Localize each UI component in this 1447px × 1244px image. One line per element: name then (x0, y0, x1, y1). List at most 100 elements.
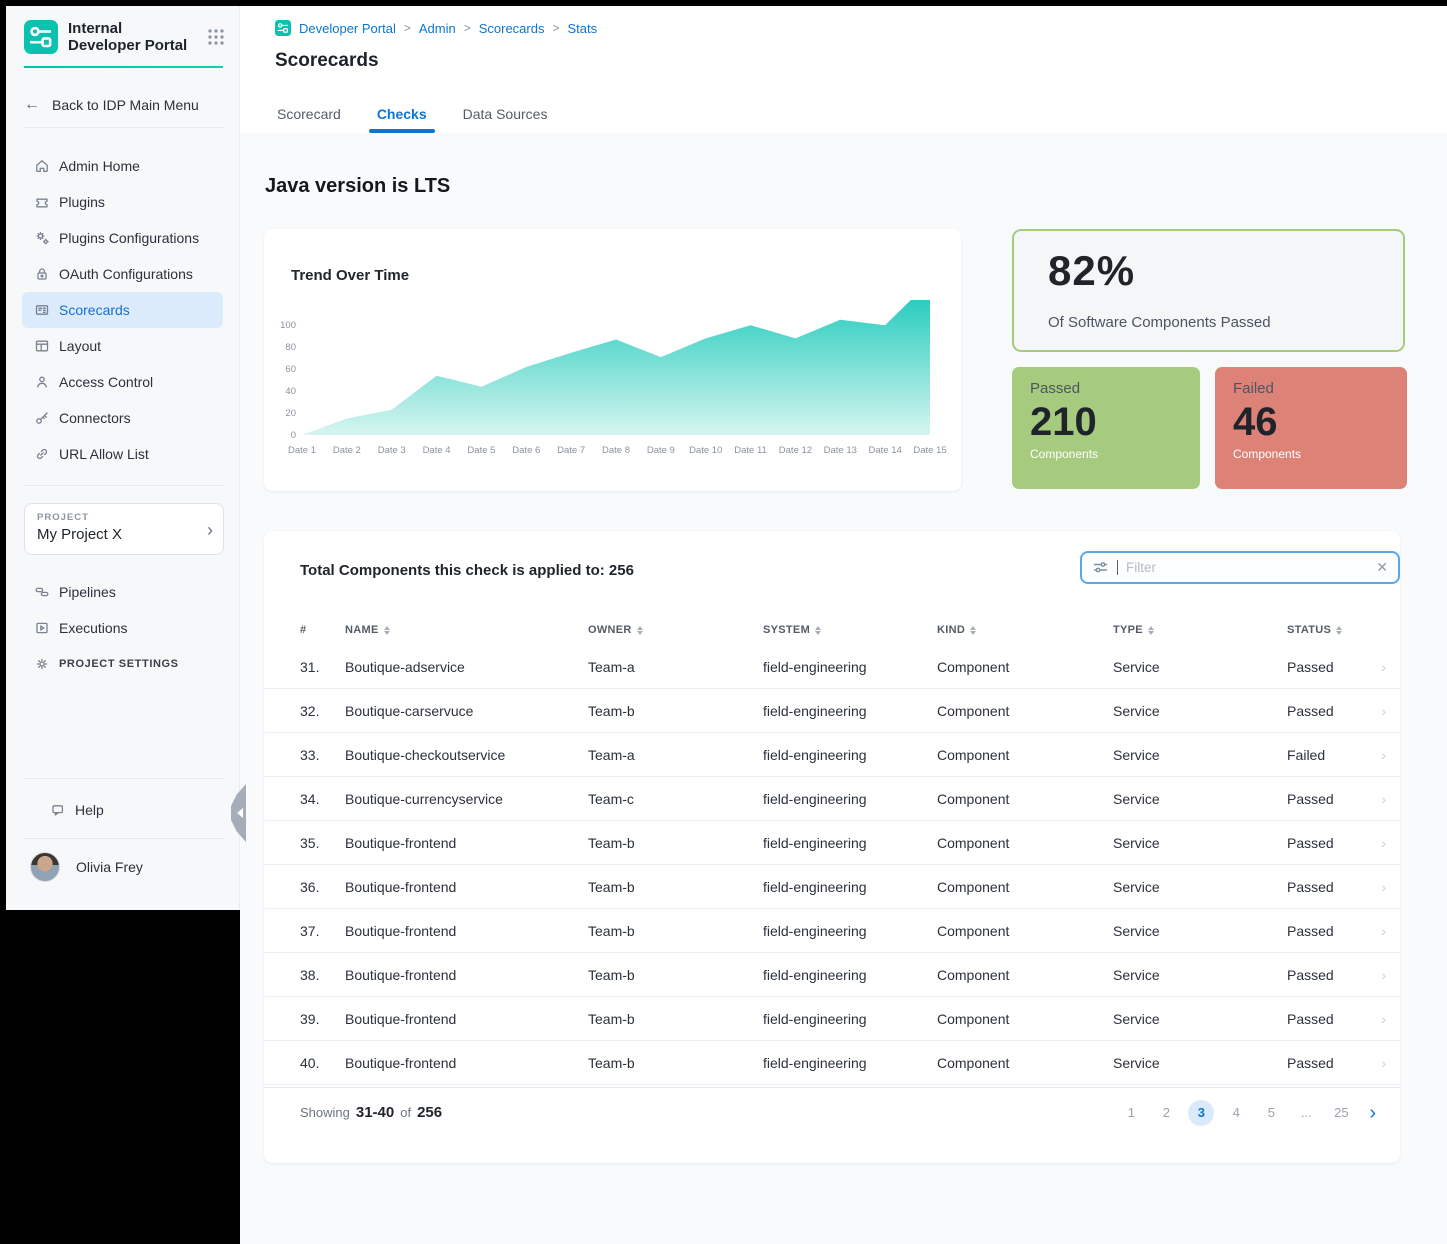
idp-logo-icon (24, 20, 58, 54)
row-system: field-engineering (763, 791, 937, 807)
page-5[interactable]: 5 (1258, 1100, 1284, 1126)
page-1[interactable]: 1 (1118, 1100, 1144, 1126)
sidebar-item-access-control[interactable]: Access Control (22, 364, 223, 400)
main-panel: Developer Portal > Admin > Scorecards > … (240, 6, 1447, 1244)
passed-unit: Components (1030, 447, 1182, 461)
column-header-type[interactable]: TYPE (1113, 624, 1287, 636)
breadcrumb-separator: > (404, 21, 411, 35)
filter-box: ✕ (1080, 551, 1400, 584)
row-kind: Component (937, 1011, 1113, 1027)
trend-area-chart (302, 300, 930, 435)
sidebar-item-scorecards[interactable]: Scorecards (22, 292, 223, 328)
row-system: field-engineering (763, 923, 937, 939)
table-row[interactable]: 40. Boutique-frontend Team-b field-engin… (264, 1041, 1400, 1085)
x-tick-label: Date 8 (602, 445, 630, 456)
sort-icon (384, 626, 390, 635)
sidebar-item-plugins-configurations[interactable]: Plugins Configurations (22, 220, 223, 256)
table-row[interactable]: 34. Boutique-currencyservice Team-c fiel… (264, 777, 1400, 821)
sidebar-item-layout[interactable]: Layout (22, 328, 223, 364)
row-type: Service (1113, 791, 1287, 807)
tab-checks[interactable]: Checks (377, 102, 427, 133)
row-index: 35. (300, 835, 345, 851)
row-type: Service (1113, 967, 1287, 983)
column-header-system[interactable]: SYSTEM (763, 624, 937, 636)
row-kind: Component (937, 1055, 1113, 1071)
user-menu[interactable]: Olivia Frey (30, 852, 143, 882)
table-header: #NAMEOWNERSYSTEMKINDTYPESTATUS (264, 617, 1400, 643)
table-row[interactable]: 36. Boutique-frontend Team-b field-engin… (264, 865, 1400, 909)
close-icon[interactable]: ✕ (1376, 559, 1388, 576)
row-type: Service (1113, 1011, 1287, 1027)
row-name: Boutique-frontend (345, 923, 588, 939)
back-to-main-menu[interactable]: ← Back to IDP Main Menu (24, 87, 239, 123)
sidebar-item-url-allow-list[interactable]: URL Allow List (22, 436, 223, 472)
row-kind: Component (937, 835, 1113, 851)
sidebar-item-help[interactable]: Help (38, 792, 207, 828)
column-header-kind[interactable]: KIND (937, 624, 1113, 636)
table-row[interactable]: 38. Boutique-frontend Team-b field-engin… (264, 953, 1400, 997)
filter-sliders-icon[interactable] (1092, 559, 1109, 576)
content-area: Java version is LTS Trend Over Time 0204… (240, 133, 1447, 1244)
sidebar-collapse-handle[interactable] (231, 784, 246, 842)
sidebar-item-oauth-configurations[interactable]: OAuth Configurations (22, 256, 223, 292)
column-header-owner[interactable]: OWNER (588, 624, 763, 636)
sidebar-item-plugins[interactable]: Plugins (22, 184, 223, 220)
sort-icon (970, 626, 976, 635)
page-25[interactable]: 25 (1328, 1100, 1354, 1126)
table-row[interactable]: 33. Boutique-checkoutservice Team-a fiel… (264, 733, 1400, 777)
row-index: 36. (300, 879, 345, 895)
table-row[interactable]: 31. Boutique-adservice Team-a field-engi… (264, 645, 1400, 689)
scorecard-icon (34, 302, 50, 318)
y-tick-label: 100 (266, 320, 296, 331)
sidebar-item-project-settings[interactable]: Project Settings (22, 646, 223, 682)
page-title: Scorecards (275, 50, 379, 72)
row-type: Service (1113, 923, 1287, 939)
row-chevron-icon: › (1381, 967, 1386, 983)
sidebar-item-executions[interactable]: Executions (22, 610, 223, 646)
column-header-status[interactable]: STATUS (1287, 624, 1386, 636)
project-selector[interactable]: PROJECT My Project X › (24, 503, 224, 555)
table-row[interactable]: 37. Boutique-frontend Team-b field-engin… (264, 909, 1400, 953)
divider (24, 778, 223, 779)
chat-icon (50, 802, 66, 818)
row-name: Boutique-frontend (345, 835, 588, 851)
sidebar-item-pipelines[interactable]: Pipelines (22, 574, 223, 610)
sort-icon (815, 626, 821, 635)
page-3[interactable]: 3 (1188, 1100, 1214, 1126)
home-icon (34, 158, 50, 174)
y-tick-label: 40 (266, 386, 296, 397)
table-row[interactable]: 39. Boutique-frontend Team-b field-engin… (264, 997, 1400, 1041)
table-row[interactable]: 35. Boutique-frontend Team-b field-engin… (264, 821, 1400, 865)
sidebar: Internal Developer Portal ← Back to IDP … (6, 6, 240, 910)
x-tick-label: Date 2 (333, 445, 361, 456)
apps-grid-icon[interactable] (207, 28, 225, 46)
pass-rate-caption: Of Software Components Passed (1048, 314, 1271, 331)
brand-logo[interactable]: Internal Developer Portal (24, 20, 225, 54)
tab-data-sources[interactable]: Data Sources (463, 102, 548, 133)
avatar (30, 852, 60, 882)
sidebar-item-admin-home[interactable]: Admin Home (22, 148, 223, 184)
row-type: Service (1113, 879, 1287, 895)
page-2[interactable]: 2 (1153, 1100, 1179, 1126)
breadcrumb-link[interactable]: Developer Portal (299, 21, 396, 36)
text-cursor (1117, 560, 1118, 575)
passed-card: Passed 210 Components (1012, 367, 1200, 489)
components-table-card: Total Components this check is applied t… (264, 531, 1400, 1163)
sidebar-project-nav: PipelinesExecutionsProject Settings (6, 574, 239, 682)
filter-input[interactable] (1126, 560, 1368, 575)
sidebar-item-connectors[interactable]: Connectors (22, 400, 223, 436)
table-title: Total Components this check is applied t… (300, 562, 634, 579)
x-tick-label: Date 13 (824, 445, 857, 456)
breadcrumb-link[interactable]: Admin (419, 21, 456, 36)
page-4[interactable]: 4 (1223, 1100, 1249, 1126)
breadcrumb-link[interactable]: Stats (567, 21, 597, 36)
row-owner: Team-b (588, 1055, 763, 1071)
table-row[interactable]: 32. Boutique-carservuce Team-b field-eng… (264, 689, 1400, 733)
y-tick-label: 80 (266, 342, 296, 353)
next-page-icon[interactable]: › (1369, 1103, 1376, 1123)
column-header-name[interactable]: NAME (345, 624, 588, 636)
row-index: 31. (300, 659, 345, 675)
row-name: Boutique-carservuce (345, 703, 588, 719)
tab-scorecard[interactable]: Scorecard (277, 102, 341, 133)
breadcrumb-link[interactable]: Scorecards (479, 21, 545, 36)
